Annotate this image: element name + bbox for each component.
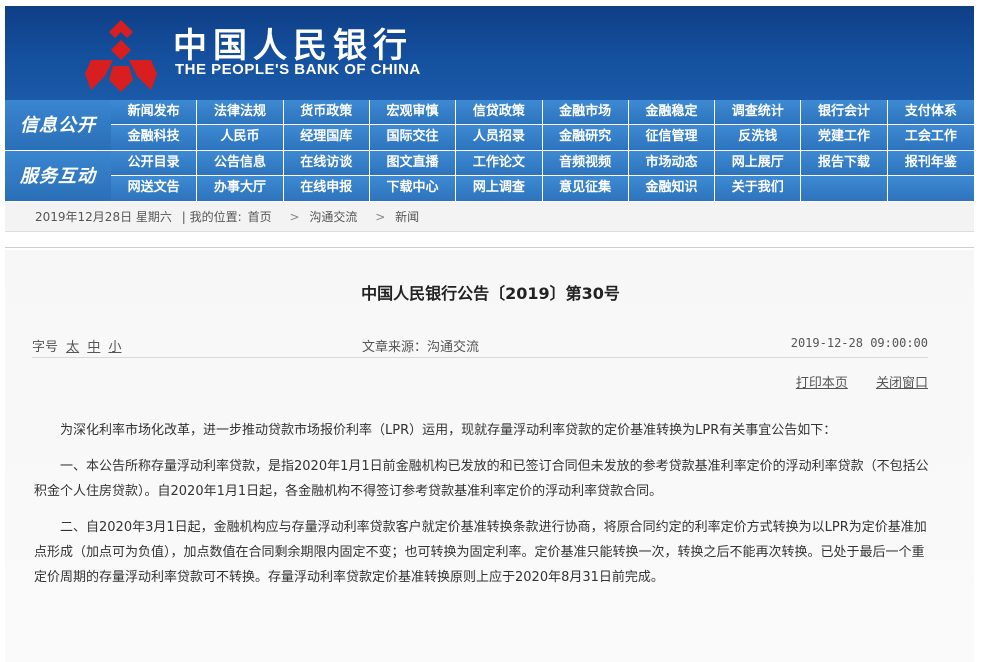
nav-item[interactable]: 在线申报 xyxy=(284,176,370,201)
nav-item[interactable]: 网上展厅 xyxy=(715,151,802,175)
nav-item[interactable]: 办事大厅 xyxy=(197,176,284,201)
breadcrumb-news[interactable]: 新闻 xyxy=(395,210,419,224)
breadcrumb-communication[interactable]: 沟通交流 xyxy=(309,210,357,224)
font-size-switcher: 字号 太 中 小 xyxy=(32,336,121,355)
nav-item[interactable]: 人民币 xyxy=(197,125,284,150)
font-size-large[interactable]: 太 xyxy=(66,340,79,355)
nav-group-label: 服务互动 xyxy=(5,151,111,202)
publish-time: 2019-12-28 09:00:00 xyxy=(790,336,928,350)
nav-item[interactable]: 图文直播 xyxy=(370,151,457,175)
nav-item[interactable]: 网上调查 xyxy=(456,176,543,201)
nav-item[interactable]: 党建工作 xyxy=(801,125,888,150)
bank-name-en: THE PEOPLE'S BANK OF CHINA xyxy=(175,61,421,78)
article-body: 为深化利率市场化改革，进一步推动贷款市场报价利率（LPR）运用，现就存量浮动利率… xyxy=(34,418,930,601)
nav-group-info: 信息公开 新闻发布 法律法规 货币政策 宏观审慎 信贷政策 金融市场 金融稳定 调查统计 银行会… xyxy=(5,100,974,151)
nav-item[interactable]: 市场动态 xyxy=(629,151,716,175)
nav-row: 金融科技 人民币 经理国库 国际交往 人员招录 金融研究 征信管理 反洗钱 党建工作 工会工作 xyxy=(111,125,974,151)
nav-item[interactable]: 公告信息 xyxy=(197,151,284,175)
article-source: 文章来源：沟通交流 xyxy=(362,340,480,355)
nav-item[interactable]: 征信管理 xyxy=(629,125,716,150)
nav-item[interactable]: 报刊年鉴 xyxy=(888,151,974,175)
nav-row: 公开目录 公告信息 在线访谈 图文直播 工作论文 音频视频 市场动态 网上展厅 报告下载 报刊年鉴 xyxy=(111,151,974,176)
nav-item-empty xyxy=(888,176,974,201)
main-navigation: 信息公开 新闻发布 法律法规 货币政策 宏观审慎 信贷政策 金融市场 金融稳定 调查统计 银行会… xyxy=(5,100,974,202)
nav-item[interactable]: 报告下载 xyxy=(801,151,888,175)
nav-item[interactable]: 网送文告 xyxy=(111,176,198,201)
nav-item[interactable]: 宏观审慎 xyxy=(370,100,457,124)
article-paragraph: 一、本公告所称存量浮动利率贷款，是指2020年1月1日前金融机构已发放的和已签订… xyxy=(34,459,929,499)
nav-row: 网送文告 办事大厅 在线申报 下载中心 网上调查 意见征集 金融知识 关于我们 xyxy=(111,176,974,202)
nav-item[interactable]: 音频视频 xyxy=(543,151,629,175)
nav-item[interactable]: 银行会计 xyxy=(801,100,888,124)
close-window-link[interactable]: 关闭窗口 xyxy=(876,376,928,391)
font-size-label: 字号 xyxy=(32,340,59,355)
pboc-logo-icon xyxy=(85,20,157,92)
nav-item[interactable]: 国际交往 xyxy=(370,125,457,150)
nav-item[interactable]: 调查统计 xyxy=(715,100,802,124)
nav-group-service: 服务互动 公开目录 公告信息 在线访谈 图文直播 工作论文 音频视频 市场动态 网上展厅 报告下… xyxy=(5,151,974,202)
article-tools: 打印本页 关闭窗口 xyxy=(772,372,928,391)
nav-item[interactable]: 金融研究 xyxy=(543,125,629,150)
nav-item-empty xyxy=(801,176,888,201)
nav-item[interactable]: 工会工作 xyxy=(888,125,974,150)
nav-item[interactable]: 在线访谈 xyxy=(284,151,370,175)
nav-item[interactable]: 货币政策 xyxy=(284,100,370,124)
breadcrumb-separator: > xyxy=(375,210,386,224)
current-date: 2019年12月28日 星期六 xyxy=(35,210,172,224)
article-title: 中国人民银行公告〔2019〕第30号 xyxy=(361,284,620,303)
nav-item[interactable]: 金融市场 xyxy=(543,100,629,124)
nav-item[interactable]: 金融科技 xyxy=(111,125,198,150)
header-banner: 中国人民银行 THE PEOPLE'S BANK OF CHINA xyxy=(5,6,974,100)
article-paragraph: 为深化利率市场化改革，进一步推动贷款市场报价利率（LPR）运用，现就存量浮动利率… xyxy=(60,423,837,438)
nav-item[interactable]: 信贷政策 xyxy=(456,100,543,124)
breadcrumb-home[interactable]: 首页 xyxy=(248,210,272,224)
nav-item[interactable]: 工作论文 xyxy=(456,151,543,175)
article-meta: 字号 太 中 小 文章来源：沟通交流 2019-12-28 09:00:00 xyxy=(32,336,928,358)
breadcrumb-separator: > xyxy=(289,210,300,224)
location-label: | 我的位置: xyxy=(181,210,242,224)
nav-row: 新闻发布 法律法规 货币政策 宏观审慎 信贷政策 金融市场 金融稳定 调查统计 银行会计 支付体系 xyxy=(111,100,974,125)
nav-item[interactable]: 反洗钱 xyxy=(715,125,802,150)
nav-item[interactable]: 关于我们 xyxy=(715,176,802,201)
nav-group-label: 信息公开 xyxy=(5,100,111,151)
article-paragraph: 二、自2020年3月1日起，金融机构应与存量浮动利率贷款客户就定价基准转换条款进… xyxy=(34,520,927,585)
nav-item[interactable]: 经理国库 xyxy=(284,125,370,150)
print-page-link[interactable]: 打印本页 xyxy=(796,376,848,391)
nav-item[interactable]: 支付体系 xyxy=(888,100,974,124)
font-size-medium[interactable]: 中 xyxy=(87,340,100,355)
nav-item[interactable]: 金融稳定 xyxy=(629,100,716,124)
nav-item[interactable]: 金融知识 xyxy=(629,176,716,201)
breadcrumb: 2019年12月28日 星期六 | 我的位置: 首页 > 沟通交流 > 新闻 xyxy=(5,202,974,232)
nav-item[interactable]: 公开目录 xyxy=(111,151,198,175)
nav-item[interactable]: 新闻发布 xyxy=(111,100,198,124)
nav-item[interactable]: 人员招录 xyxy=(456,125,543,150)
nav-item[interactable]: 意见征集 xyxy=(543,176,629,201)
nav-item[interactable]: 下载中心 xyxy=(370,176,457,201)
nav-item[interactable]: 法律法规 xyxy=(197,100,284,124)
font-size-small[interactable]: 小 xyxy=(108,340,121,355)
bank-name-cn: 中国人民银行 xyxy=(173,26,413,66)
